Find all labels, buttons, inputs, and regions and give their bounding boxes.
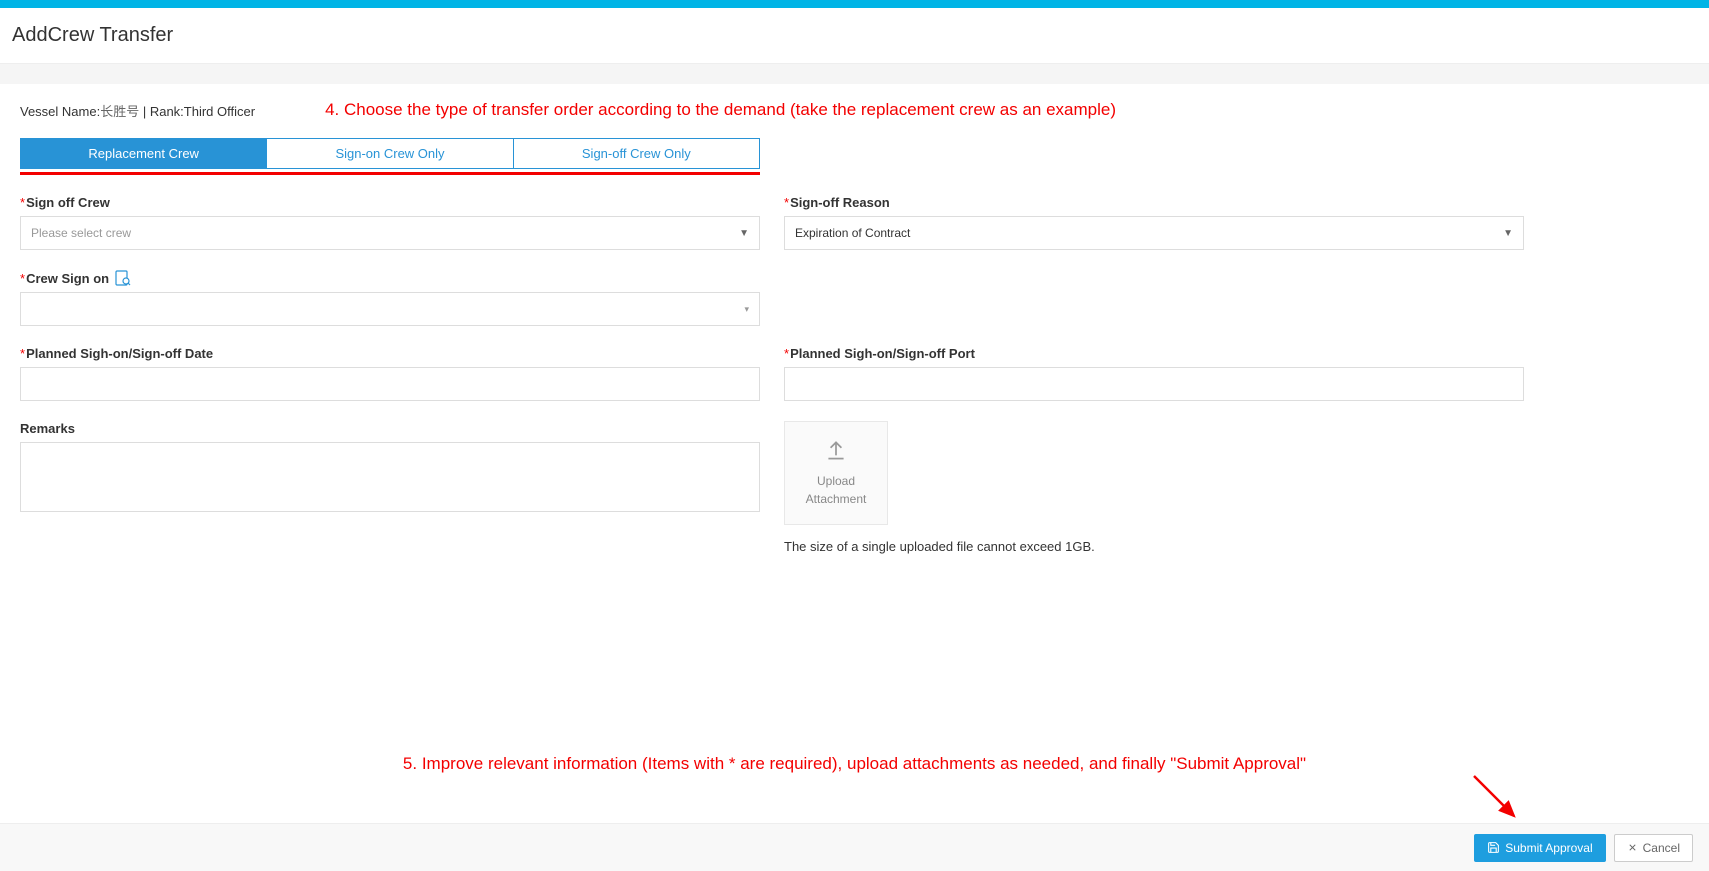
signoff-crew-label: *Sign off Crew (20, 195, 760, 210)
tab-signon-crew-only[interactable]: Sign-on Crew Only (266, 139, 512, 168)
top-accent-bar (0, 0, 1709, 8)
cancel-label: Cancel (1643, 841, 1680, 855)
submit-approval-button[interactable]: Submit Approval (1474, 834, 1605, 862)
info-row: Vessel Name:长胜号 | Rank:Third Officer 4. … (20, 100, 1689, 120)
crew-signon-select[interactable]: ▾ (20, 292, 760, 326)
save-icon (1487, 841, 1500, 854)
submit-label: Submit Approval (1505, 841, 1592, 855)
empty-cell-1 (784, 270, 1524, 346)
planned-port-label: *Planned Sigh-on/Sign-off Port (784, 346, 1524, 361)
field-planned-port: *Planned Sigh-on/Sign-off Port (784, 346, 1524, 401)
remarks-label: Remarks (20, 421, 760, 436)
footer-bar: Submit Approval Cancel (0, 823, 1709, 871)
page-title: AddCrew Transfer (12, 24, 1697, 47)
close-icon (1627, 842, 1638, 853)
transfer-type-tabs: Replacement Crew Sign-on Crew Only Sign-… (20, 138, 760, 169)
tab-signoff-crew-only[interactable]: Sign-off Crew Only (513, 139, 759, 168)
signoff-crew-placeholder: Please select crew (31, 226, 131, 240)
field-signoff-crew: *Sign off Crew Please select crew ▼ (20, 195, 760, 250)
form-grid: *Sign off Crew Please select crew ▼ *Sig… (20, 195, 1689, 574)
signoff-reason-label: *Sign-off Reason (784, 195, 1524, 210)
field-crew-signon: *Crew Sign on ▾ (20, 270, 760, 326)
spacer-band (0, 64, 1709, 84)
page-header: AddCrew Transfer (0, 8, 1709, 64)
upload-label-1: Upload (817, 472, 855, 490)
crew-signon-label: *Crew Sign on (20, 270, 760, 286)
info-separator: | (139, 104, 150, 119)
upload-attachment-button[interactable]: Upload Attachment (784, 421, 888, 525)
upload-icon (823, 438, 849, 464)
cancel-button[interactable]: Cancel (1614, 834, 1693, 862)
chevron-down-icon: ▾ (744, 304, 749, 315)
content-area: Vessel Name:长胜号 | Rank:Third Officer 4. … (0, 84, 1709, 830)
remarks-textarea[interactable] (20, 442, 760, 512)
field-upload: Upload Attachment The size of a single u… (784, 421, 1524, 554)
planned-port-input[interactable] (784, 367, 1524, 401)
vessel-info: Vessel Name:长胜号 | Rank:Third Officer (20, 101, 255, 120)
signoff-reason-select[interactable]: Expiration of Contract ▼ (784, 216, 1524, 250)
field-signoff-reason: *Sign-off Reason Expiration of Contract … (784, 195, 1524, 250)
chevron-down-icon: ▼ (1503, 228, 1513, 239)
field-planned-date: *Planned Sigh-on/Sign-off Date (20, 346, 760, 401)
field-remarks: Remarks (20, 421, 760, 554)
rank-value: Third Officer (184, 104, 255, 119)
crew-lookup-icon[interactable] (115, 270, 131, 286)
vessel-value: 长胜号 (100, 104, 139, 119)
upload-hint: The size of a single uploaded file canno… (784, 539, 1524, 554)
signoff-reason-value: Expiration of Contract (795, 226, 910, 240)
signoff-crew-select[interactable]: Please select crew ▼ (20, 216, 760, 250)
annotation-underline (20, 172, 760, 175)
annotation-step5: 5. Improve relevant information (Items w… (20, 754, 1689, 814)
vessel-label: Vessel Name: (20, 104, 100, 119)
annotation-step4: 4. Choose the type of transfer order acc… (325, 100, 1116, 120)
planned-date-label: *Planned Sigh-on/Sign-off Date (20, 346, 760, 361)
planned-date-input[interactable] (20, 367, 760, 401)
tab-replacement-crew[interactable]: Replacement Crew (21, 139, 266, 168)
chevron-down-icon: ▼ (739, 228, 749, 239)
upload-label-2: Attachment (806, 490, 867, 508)
rank-label: Rank: (150, 104, 184, 119)
